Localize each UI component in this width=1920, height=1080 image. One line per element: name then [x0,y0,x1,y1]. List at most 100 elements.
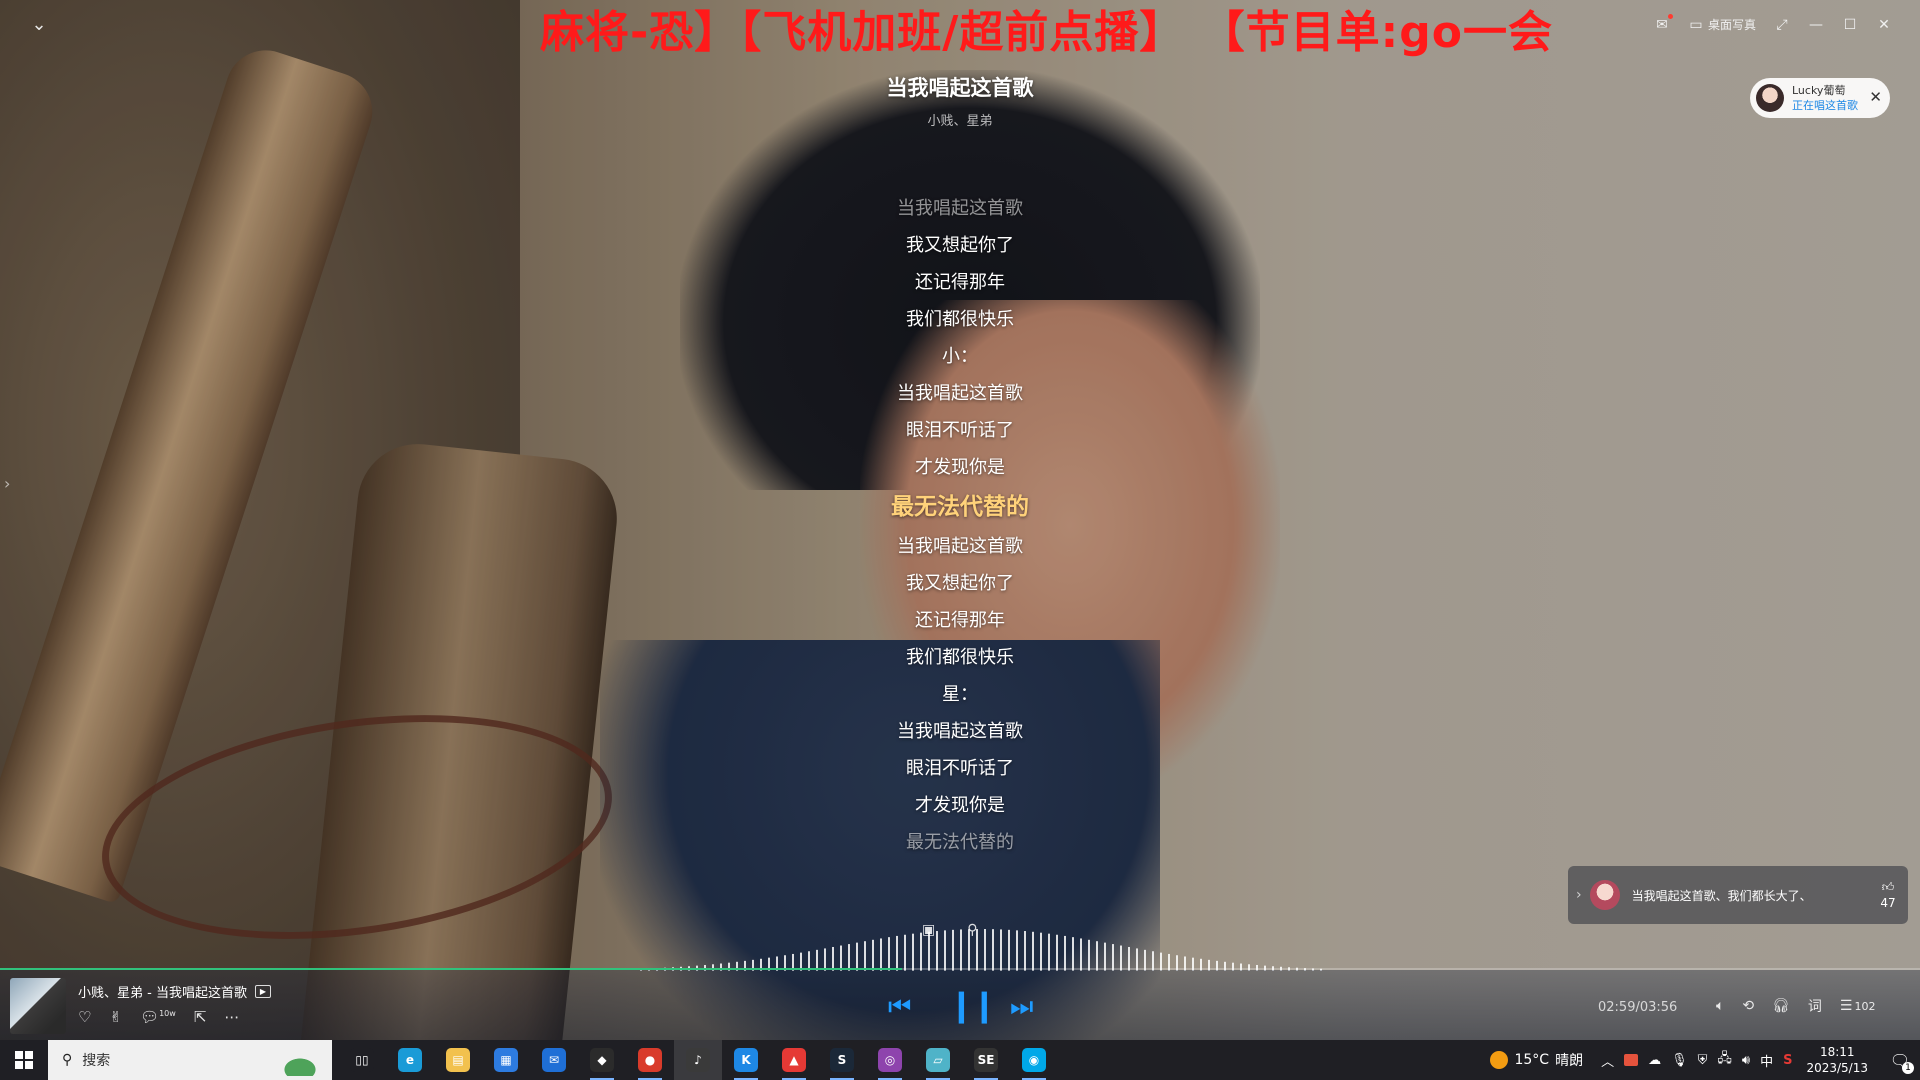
thumbs-icon[interactable]: ✌ [109,1008,122,1026]
volume-icon[interactable]: 🔈︎ [1716,998,1724,1014]
lyric-line[interactable]: 还记得那年 [760,264,1160,301]
lyric-line[interactable]: 星： [760,676,1160,713]
notification-button[interactable]: 🗨︎ 1 [1880,1040,1920,1080]
headphones-icon[interactable]: 🎧︎ [1772,998,1790,1014]
waveform-bar [848,944,850,971]
taskbar-app-music-player[interactable]: ♪ [674,1040,722,1080]
waveform-bar [1048,933,1050,971]
lyric-line[interactable]: 眼泪不听话了 [760,412,1160,449]
fullscreen-icon[interactable]: ⤢ [1774,17,1790,33]
lyric-line[interactable]: 我又想起你了 [760,227,1160,264]
waveform-bar [864,941,866,971]
kugou-icon: K [734,1048,758,1072]
taskbar-app-app-red[interactable]: ▲ [770,1040,818,1080]
taskbar-app-kugou[interactable]: K [722,1040,770,1080]
waveform-bar [992,929,994,971]
lyrics-toggle-button[interactable]: 词 [1808,996,1822,1016]
taskbar-app-edge[interactable]: e [386,1040,434,1080]
taskbar-app-file-explorer[interactable]: ▤ [434,1040,482,1080]
hot-comment[interactable]: › 当我唱起这首歌、我们都长大了、 👍︎ 47 [1568,866,1908,924]
chevron-up-icon[interactable]: ︿ [1601,1051,1614,1070]
minimize-icon[interactable]: — [1808,17,1824,33]
more-icon[interactable]: ⋯ [224,1008,239,1026]
lyric-line[interactable]: 当我唱起这首歌 [760,528,1160,565]
pause-button[interactable]: ❙❙ [948,986,998,1024]
sogou-icon[interactable]: S [1783,1053,1792,1068]
lyric-line[interactable]: 当我唱起这首歌 [760,713,1160,750]
danmaku-marquee: 麻将-恐】【飞机加班/超前点播】 【节目单:go一会丿 [540,7,1554,58]
chevron-right-icon[interactable]: › [1576,887,1582,903]
next-button[interactable]: ⏭︎ [1010,992,1033,1023]
taskbar-app-app-cyan[interactable]: ▱ [914,1040,962,1080]
taskbar-app-app-blue[interactable]: ◉ [1010,1040,1058,1080]
weather-widget[interactable]: 15°C 晴朗 [1490,1050,1583,1070]
lyric-line[interactable]: 最无法代替的 [760,824,1160,861]
comment-count-icon[interactable]: 💬︎10w [140,1008,176,1026]
song-title: 当我唱起这首歌 [886,76,1034,100]
lyric-line[interactable]: 还记得那年 [760,602,1160,639]
waveform-bar [856,942,858,971]
close-icon[interactable]: ✕ [1876,17,1892,33]
close-icon[interactable]: ✕ [1869,88,1882,106]
system-tray: 15°C 晴朗 ︿ ☁ 🎙︎ ⛨ 🖧︎ 🔊︎ 中 S 18:11 2023/5/… [1490,1040,1920,1080]
lyric-line[interactable]: 我又想起你了 [760,565,1160,602]
search-highlight-image [264,1044,324,1076]
microphone-icon[interactable]: 🎙︎ [1671,1053,1688,1068]
taskbar-app-chrome[interactable]: ● [626,1040,674,1080]
store-icon: ▦ [494,1048,518,1072]
taskbar-app-binance[interactable]: ◆ [578,1040,626,1080]
lyric-line[interactable]: 才发现你是 [760,787,1160,824]
singer-card[interactable]: Lucky葡萄 正在唱这首歌 ✕ [1750,78,1890,118]
security-icon[interactable]: ⛨ [1698,1053,1708,1068]
taskbar-app-mail[interactable]: ✉ [530,1040,578,1080]
lyric-line[interactable]: 我们都很快乐 [760,301,1160,338]
playback-time: 02:59/03:56 [1598,1000,1678,1015]
playlist-button[interactable]: ☰ 102 [1840,998,1876,1014]
now-playing-title[interactable]: 小贱、星弟 - 当我唱起这首歌 [78,982,247,1001]
maximize-icon[interactable]: ☐ [1842,17,1858,33]
mail-icon: ✉ [542,1048,566,1072]
desk-photo-button[interactable]: ▭ 桌面写真 [1688,16,1756,33]
taskbar-search[interactable]: ⚲ 搜索 [48,1040,332,1080]
taskbar-app-steam[interactable]: S [818,1040,866,1080]
lyric-line[interactable]: 眼泪不听话了 [760,750,1160,787]
previous-button[interactable]: ⏮︎ [888,992,911,1023]
lyric-line[interactable]: 当我唱起这首歌 [760,375,1160,412]
album-cover[interactable] [10,978,66,1034]
lyric-line[interactable]: 小： [760,338,1160,375]
singer-status[interactable]: 正在唱这首歌 [1792,98,1858,113]
taskbar-app-se-app[interactable]: SE [962,1040,1010,1080]
thumbs-up-icon: 👍︎ [1881,880,1895,894]
player-tools: 🔈︎ ⟲ 🎧︎ 词 ☰ 102 [1716,996,1875,1016]
clock[interactable]: 18:11 2023/5/13 [1806,1044,1868,1076]
mail-icon[interactable]: ✉ [1654,13,1673,33]
heart-icon[interactable]: ♡ [78,1008,91,1026]
speaker-icon[interactable]: 🔊︎ [1742,1053,1750,1068]
waveform-bar [904,934,906,971]
lyric-line-current[interactable]: 最无法代替的 [760,486,1160,528]
waveform-bar [1080,938,1082,971]
share-icon[interactable]: ⇱ [194,1008,207,1026]
song-artists[interactable]: 小贱、星弟 [760,110,1160,129]
binance-icon: ◆ [590,1048,614,1072]
network-icon[interactable]: 🖧︎ [1717,1049,1732,1071]
window-controls: ✉ ▭ 桌面写真 ⤢ — ☐ ✕ [1654,13,1892,33]
mv-icon[interactable]: ▶ [254,985,271,998]
taskbar-app-task-view[interactable]: ▯▯ [338,1040,386,1080]
lyric-line[interactable]: 当我唱起这首歌 [760,190,1160,227]
collapse-chevron-icon[interactable]: ⌄ [28,14,50,36]
lyric-line[interactable]: 才发现你是 [760,449,1160,486]
waveform-bar [960,929,962,971]
cloud-icon[interactable]: ☁ [1648,1053,1661,1068]
ime-indicator[interactable]: 中 [1760,1051,1773,1070]
start-button[interactable] [0,1040,48,1080]
taskbar-app-app-purple[interactable]: ◎ [866,1040,914,1080]
lyric-line[interactable]: 我们都很快乐 [760,639,1160,676]
taskbar-app-store[interactable]: ▦ [482,1040,530,1080]
app-tray-icon[interactable] [1624,1054,1639,1066]
waveform-bar [872,939,874,971]
windows-logo-icon [15,1051,33,1069]
loop-icon[interactable]: ⟲ [1742,998,1754,1014]
like-button[interactable]: 👍︎ 47 [1868,879,1908,911]
side-expand-chevron-icon[interactable]: › [4,474,10,493]
